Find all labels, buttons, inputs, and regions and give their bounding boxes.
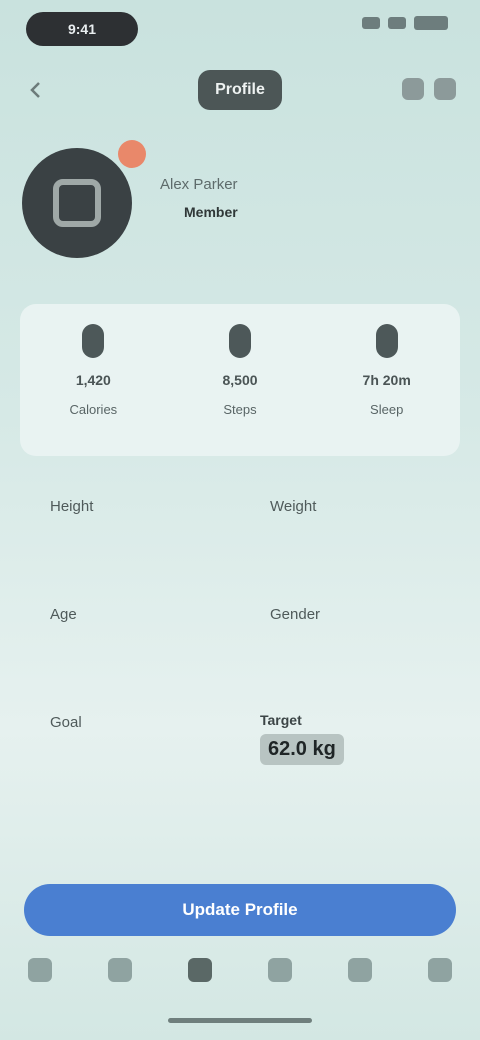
- stat-label: Calories: [69, 402, 118, 417]
- stat-sleep[interactable]: 7h 20m Sleep: [313, 304, 460, 456]
- info-gender[interactable]: Gender: [240, 588, 450, 688]
- tab-user[interactable]: [420, 950, 460, 990]
- battery-icon: [414, 16, 448, 30]
- stat-calories[interactable]: 1,420 Calories: [20, 304, 167, 456]
- notification-badge: [118, 140, 146, 168]
- info-label: Gender: [270, 606, 321, 623]
- calories-icon: [82, 324, 105, 358]
- info-weight[interactable]: Weight: [240, 480, 450, 580]
- signal-icon: [362, 17, 380, 29]
- more-icon[interactable]: [434, 78, 456, 100]
- stat-value: 7h 20m: [362, 372, 411, 388]
- info-goal[interactable]: Goal: [20, 696, 230, 796]
- tab-bar: [0, 940, 480, 1000]
- info-height[interactable]: Height: [20, 480, 230, 580]
- app-header: Profile: [0, 64, 480, 120]
- settings-icon: [348, 958, 372, 982]
- profile-section: Alex Parker Member: [22, 140, 462, 270]
- tab-stats[interactable]: [100, 950, 140, 990]
- stat-label: Sleep: [370, 402, 404, 417]
- stat-value: 1,420: [75, 372, 111, 388]
- chat-icon: [268, 958, 292, 982]
- status-bar: 9:41: [0, 0, 480, 64]
- info-label: Weight: [270, 498, 317, 515]
- info-label: Height: [50, 498, 94, 515]
- home-indicator: [168, 1018, 312, 1023]
- plus-icon: [188, 958, 212, 982]
- status-time: 9:41: [26, 12, 138, 46]
- info-grid: Height Weight Age Gender Goal Target 62.…: [20, 480, 460, 820]
- profile-name: Alex Parker: [160, 176, 238, 193]
- tab-chat[interactable]: [260, 950, 300, 990]
- home-icon: [28, 958, 52, 982]
- header-actions: [402, 78, 456, 100]
- info-label: Goal: [50, 714, 82, 731]
- user-icon: [428, 958, 452, 982]
- page-title: Profile: [198, 70, 282, 110]
- tab-settings[interactable]: [340, 950, 380, 990]
- target-number: 62.0 kg: [260, 734, 344, 765]
- back-icon[interactable]: [24, 78, 48, 102]
- target-value[interactable]: Target 62.0 kg: [260, 712, 390, 784]
- profile-subtitle: Member: [184, 204, 238, 220]
- edit-icon[interactable]: [402, 78, 424, 100]
- sleep-icon: [375, 324, 398, 358]
- tab-add[interactable]: [180, 950, 220, 990]
- stat-value: 8,500: [222, 372, 258, 388]
- status-icons: [362, 16, 448, 30]
- info-age[interactable]: Age: [20, 588, 230, 688]
- avatar[interactable]: [22, 148, 132, 258]
- stats-card: 1,420 Calories 8,500 Steps 7h 20m Sleep: [20, 304, 460, 456]
- target-label: Target: [260, 712, 302, 728]
- avatar-image-icon: [53, 179, 101, 227]
- steps-icon: [229, 324, 251, 358]
- info-label: Age: [50, 606, 77, 623]
- stats-icon: [108, 958, 132, 982]
- stat-steps[interactable]: 8,500 Steps: [167, 304, 314, 456]
- tab-home[interactable]: [20, 950, 60, 990]
- stat-label: Steps: [223, 402, 257, 417]
- wifi-icon: [388, 17, 406, 29]
- update-profile-button[interactable]: Update Profile: [24, 884, 456, 936]
